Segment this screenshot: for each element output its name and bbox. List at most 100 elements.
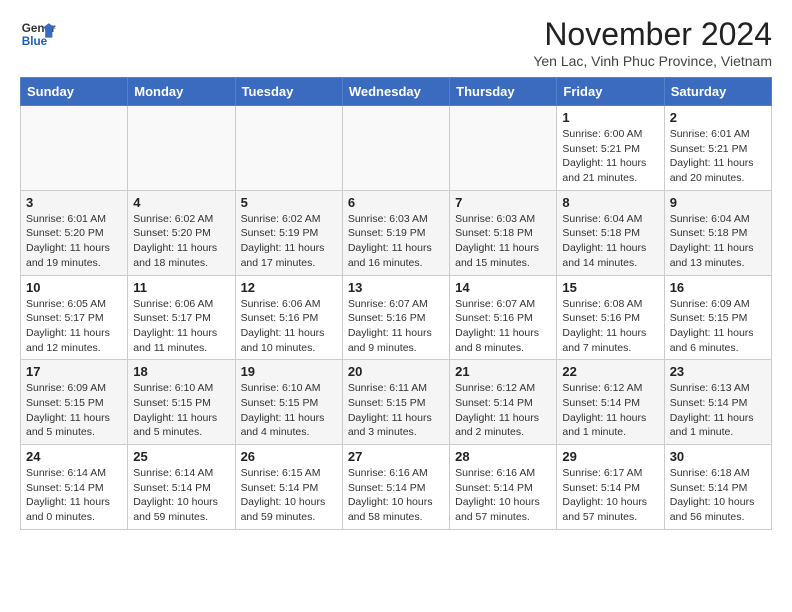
calendar-cell: 4 Sunrise: 6:02 AM Sunset: 5:20 PM Daylig… (128, 190, 235, 275)
calendar-cell: 23 Sunrise: 6:13 AM Sunset: 5:14 PM Dayli… (664, 360, 771, 445)
day-info: Sunrise: 6:08 AM Sunset: 5:16 PM Dayligh… (562, 297, 658, 356)
calendar-cell: 15 Sunrise: 6:08 AM Sunset: 5:16 PM Dayli… (557, 275, 664, 360)
calendar-cell: 27 Sunrise: 6:16 AM Sunset: 5:14 PM Dayli… (342, 445, 449, 530)
calendar-cell: 19 Sunrise: 6:10 AM Sunset: 5:15 PM Dayli… (235, 360, 342, 445)
day-info: Sunrise: 6:14 AM Sunset: 5:14 PM Dayligh… (26, 466, 122, 525)
day-info: Sunrise: 6:13 AM Sunset: 5:14 PM Dayligh… (670, 381, 766, 440)
day-number: 8 (562, 195, 658, 210)
calendar-cell: 29 Sunrise: 6:17 AM Sunset: 5:14 PM Dayli… (557, 445, 664, 530)
day-info: Sunrise: 6:16 AM Sunset: 5:14 PM Dayligh… (348, 466, 444, 525)
day-info: Sunrise: 6:17 AM Sunset: 5:14 PM Dayligh… (562, 466, 658, 525)
logo: General Blue (20, 16, 56, 52)
day-number: 26 (241, 449, 337, 464)
weekday-header-row: SundayMondayTuesdayWednesdayThursdayFrid… (21, 78, 772, 106)
day-info: Sunrise: 6:07 AM Sunset: 5:16 PM Dayligh… (348, 297, 444, 356)
day-number: 17 (26, 364, 122, 379)
svg-text:Blue: Blue (22, 35, 48, 48)
calendar-week-row: 24Sunrise: 6:14 AM Sunset: 5:14 PM Dayli… (21, 445, 772, 530)
calendar-cell: 30 Sunrise: 6:18 AM Sunset: 5:14 PM Dayli… (664, 445, 771, 530)
weekday-header-monday: Monday (128, 78, 235, 106)
calendar-cell: 12 Sunrise: 6:06 AM Sunset: 5:16 PM Dayli… (235, 275, 342, 360)
day-info: Sunrise: 6:02 AM Sunset: 5:20 PM Dayligh… (133, 212, 229, 271)
day-info: Sunrise: 6:09 AM Sunset: 5:15 PM Dayligh… (670, 297, 766, 356)
day-number: 12 (241, 280, 337, 295)
day-number: 19 (241, 364, 337, 379)
calendar-week-row: 3 Sunrise: 6:01 AM Sunset: 5:20 PM Daylig… (21, 190, 772, 275)
day-info: Sunrise: 6:05 AM Sunset: 5:17 PM Dayligh… (26, 297, 122, 356)
calendar-cell: 7Sunrise: 6:03 AM Sunset: 5:18 PM Daylig… (450, 190, 557, 275)
month-title: November 2024 (533, 16, 772, 53)
logo-icon: General Blue (20, 16, 56, 52)
header: General Blue November 2024 Yen Lac, Vinh… (20, 16, 772, 69)
calendar-cell: 5 Sunrise: 6:02 AM Sunset: 5:19 PM Daylig… (235, 190, 342, 275)
day-number: 13 (348, 280, 444, 295)
day-number: 29 (562, 449, 658, 464)
day-number: 2 (670, 110, 766, 125)
day-number: 14 (455, 280, 551, 295)
title-area: November 2024 Yen Lac, Vinh Phuc Provinc… (533, 16, 772, 69)
day-number: 1 (562, 110, 658, 125)
day-info: Sunrise: 6:00 AM Sunset: 5:21 PM Dayligh… (562, 127, 658, 186)
calendar-cell: 13 Sunrise: 6:07 AM Sunset: 5:16 PM Dayli… (342, 275, 449, 360)
calendar-cell: 25 Sunrise: 6:14 AM Sunset: 5:14 PM Dayli… (128, 445, 235, 530)
calendar-week-row: 1 Sunrise: 6:00 AM Sunset: 5:21 PM Daylig… (21, 106, 772, 191)
calendar-table: SundayMondayTuesdayWednesdayThursdayFrid… (20, 77, 772, 530)
calendar-cell: 10 Sunrise: 6:05 AM Sunset: 5:17 PM Dayli… (21, 275, 128, 360)
day-info: Sunrise: 6:02 AM Sunset: 5:19 PM Dayligh… (241, 212, 337, 271)
weekday-header-friday: Friday (557, 78, 664, 106)
weekday-header-wednesday: Wednesday (342, 78, 449, 106)
day-info: Sunrise: 6:09 AM Sunset: 5:15 PM Dayligh… (26, 381, 122, 440)
calendar-cell: 24Sunrise: 6:14 AM Sunset: 5:14 PM Dayli… (21, 445, 128, 530)
weekday-header-sunday: Sunday (21, 78, 128, 106)
calendar-cell: 2 Sunrise: 6:01 AM Sunset: 5:21 PM Daylig… (664, 106, 771, 191)
day-info: Sunrise: 6:06 AM Sunset: 5:16 PM Dayligh… (241, 297, 337, 356)
day-number: 11 (133, 280, 229, 295)
calendar-week-row: 10 Sunrise: 6:05 AM Sunset: 5:17 PM Dayli… (21, 275, 772, 360)
day-number: 15 (562, 280, 658, 295)
calendar-cell: 18 Sunrise: 6:10 AM Sunset: 5:15 PM Dayli… (128, 360, 235, 445)
day-info: Sunrise: 6:04 AM Sunset: 5:18 PM Dayligh… (670, 212, 766, 271)
day-number: 4 (133, 195, 229, 210)
calendar-cell: 22 Sunrise: 6:12 AM Sunset: 5:14 PM Dayli… (557, 360, 664, 445)
day-info: Sunrise: 6:01 AM Sunset: 5:21 PM Dayligh… (670, 127, 766, 186)
day-info: Sunrise: 6:10 AM Sunset: 5:15 PM Dayligh… (241, 381, 337, 440)
day-info: Sunrise: 6:06 AM Sunset: 5:17 PM Dayligh… (133, 297, 229, 356)
calendar-cell: 9Sunrise: 6:04 AM Sunset: 5:18 PM Daylig… (664, 190, 771, 275)
day-number: 3 (26, 195, 122, 210)
calendar-cell (128, 106, 235, 191)
day-info: Sunrise: 6:12 AM Sunset: 5:14 PM Dayligh… (455, 381, 551, 440)
calendar-cell (21, 106, 128, 191)
calendar-cell: 17 Sunrise: 6:09 AM Sunset: 5:15 PM Dayli… (21, 360, 128, 445)
day-number: 10 (26, 280, 122, 295)
calendar-cell: 21Sunrise: 6:12 AM Sunset: 5:14 PM Dayli… (450, 360, 557, 445)
day-number: 7 (455, 195, 551, 210)
day-info: Sunrise: 6:12 AM Sunset: 5:14 PM Dayligh… (562, 381, 658, 440)
day-info: Sunrise: 6:04 AM Sunset: 5:18 PM Dayligh… (562, 212, 658, 271)
day-info: Sunrise: 6:14 AM Sunset: 5:14 PM Dayligh… (133, 466, 229, 525)
day-number: 18 (133, 364, 229, 379)
calendar-cell: 3 Sunrise: 6:01 AM Sunset: 5:20 PM Daylig… (21, 190, 128, 275)
day-number: 20 (348, 364, 444, 379)
day-number: 5 (241, 195, 337, 210)
day-number: 6 (348, 195, 444, 210)
day-number: 28 (455, 449, 551, 464)
calendar-cell: 1 Sunrise: 6:00 AM Sunset: 5:21 PM Daylig… (557, 106, 664, 191)
calendar-cell: 11 Sunrise: 6:06 AM Sunset: 5:17 PM Dayli… (128, 275, 235, 360)
day-number: 23 (670, 364, 766, 379)
location-subtitle: Yen Lac, Vinh Phuc Province, Vietnam (533, 53, 772, 69)
calendar-cell (342, 106, 449, 191)
day-info: Sunrise: 6:18 AM Sunset: 5:14 PM Dayligh… (670, 466, 766, 525)
day-info: Sunrise: 6:01 AM Sunset: 5:20 PM Dayligh… (26, 212, 122, 271)
calendar-cell: 8 Sunrise: 6:04 AM Sunset: 5:18 PM Daylig… (557, 190, 664, 275)
day-info: Sunrise: 6:16 AM Sunset: 5:14 PM Dayligh… (455, 466, 551, 525)
day-info: Sunrise: 6:15 AM Sunset: 5:14 PM Dayligh… (241, 466, 337, 525)
day-number: 22 (562, 364, 658, 379)
day-number: 30 (670, 449, 766, 464)
calendar-cell: 6 Sunrise: 6:03 AM Sunset: 5:19 PM Daylig… (342, 190, 449, 275)
weekday-header-tuesday: Tuesday (235, 78, 342, 106)
day-number: 25 (133, 449, 229, 464)
day-info: Sunrise: 6:11 AM Sunset: 5:15 PM Dayligh… (348, 381, 444, 440)
day-info: Sunrise: 6:10 AM Sunset: 5:15 PM Dayligh… (133, 381, 229, 440)
day-info: Sunrise: 6:03 AM Sunset: 5:19 PM Dayligh… (348, 212, 444, 271)
day-number: 27 (348, 449, 444, 464)
